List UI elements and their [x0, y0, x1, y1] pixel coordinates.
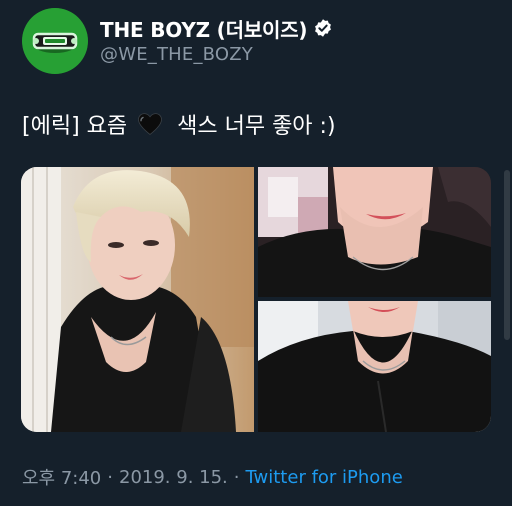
tweet-text: [에릭] 요즘 색스 너무 좋아 :) [22, 108, 336, 140]
selfie-photo-image [21, 167, 254, 432]
photo-1[interactable] [21, 167, 254, 432]
tweet-text-after: 색스 너무 좋아 :) [177, 114, 336, 139]
display-name[interactable]: THE BOYZ (더보이즈) [100, 14, 308, 43]
photo-2[interactable] [258, 167, 491, 297]
profile-handle[interactable]: @WE_THE_BOZY [100, 44, 253, 65]
tweet-time[interactable]: 오후 7:40 [22, 464, 101, 490]
tweet-card: THE BOYZ (더보이즈) @WE_THE_BOZY [에릭] 요즘 색스 … [0, 0, 512, 506]
profile-avatar[interactable] [22, 8, 88, 74]
closeup-photo-image [258, 167, 491, 297]
tweet-source-link[interactable]: Twitter for iPhone [246, 467, 403, 488]
profile-name-row[interactable]: THE BOYZ (더보이즈) [100, 14, 333, 42]
tweet-date[interactable]: 2019. 9. 15. [119, 467, 228, 488]
meta-separator: · [107, 466, 113, 488]
verified-badge-icon [315, 19, 332, 37]
tweet-text-before: [에릭] 요즘 [22, 114, 128, 139]
black-heart-icon [138, 113, 163, 136]
tweet-metadata: 오후 7:40 · 2019. 9. 15. · Twitter for iPh… [22, 464, 403, 490]
media-grid [21, 167, 491, 432]
bracelet-avatar-icon [22, 8, 88, 74]
scrollbar[interactable] [504, 170, 510, 340]
meta-separator-2: · [233, 466, 240, 488]
photo-3[interactable] [258, 301, 491, 432]
shirt-photo-image [258, 301, 491, 432]
